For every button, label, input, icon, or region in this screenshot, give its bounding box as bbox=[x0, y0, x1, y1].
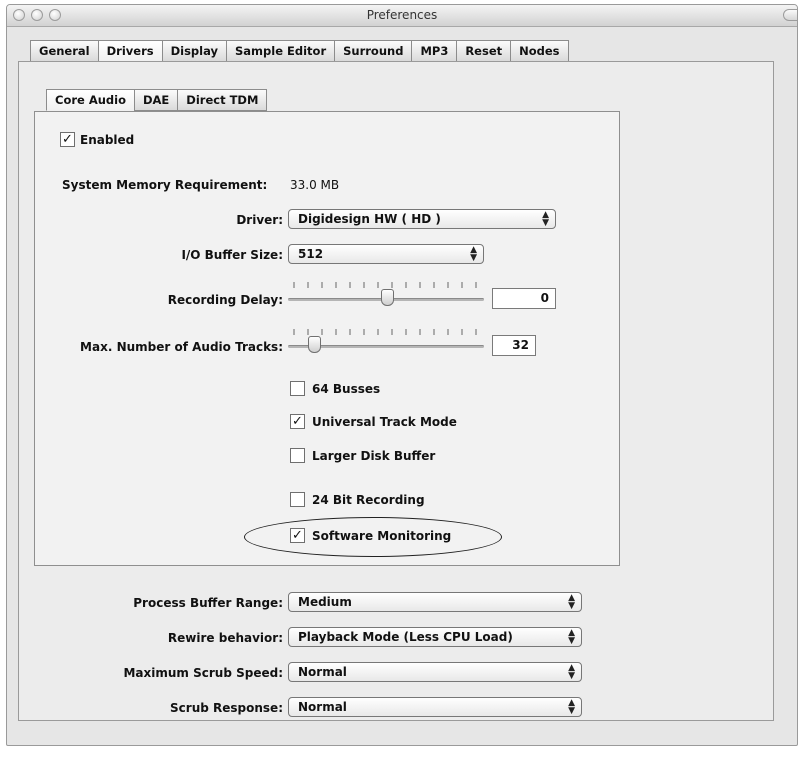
software-monitoring-checkbox[interactable]: ✓ bbox=[290, 528, 305, 543]
tab-display[interactable]: Display bbox=[161, 40, 228, 62]
slider-thumb[interactable] bbox=[308, 336, 321, 353]
popup-arrows-icon: ▲ ▼ bbox=[568, 698, 575, 716]
main-tab-bar: General Drivers Display Sample Editor Su… bbox=[30, 40, 569, 62]
tab-general[interactable]: General bbox=[30, 40, 99, 62]
larger-disk-buffer-label: Larger Disk Buffer bbox=[312, 449, 436, 463]
recording-delay-slider[interactable] bbox=[288, 282, 484, 312]
process-buffer-range-value: Medium bbox=[298, 595, 352, 609]
tab-direct-tdm[interactable]: Direct TDM bbox=[177, 89, 268, 111]
scrub-response-value: Normal bbox=[298, 700, 347, 714]
tab-sample-editor[interactable]: Sample Editor bbox=[226, 40, 336, 62]
process-buffer-range-label: Process Buffer Range: bbox=[133, 596, 283, 610]
driver-sub-tab-bar: Core Audio DAE Direct TDM bbox=[46, 89, 268, 111]
tab-nodes[interactable]: Nodes bbox=[510, 40, 569, 62]
io-buffer-popup[interactable]: 512 ▲ ▼ bbox=[288, 244, 484, 264]
title-bar: Preferences bbox=[7, 5, 797, 27]
io-buffer-label: I/O Buffer Size: bbox=[181, 248, 283, 262]
window-title: Preferences bbox=[366, 8, 438, 22]
io-buffer-popup-value: 512 bbox=[298, 247, 324, 261]
enabled-checkbox[interactable]: ✓ bbox=[60, 132, 75, 147]
max-scrub-speed-value: Normal bbox=[298, 665, 347, 679]
tab-dae[interactable]: DAE bbox=[133, 89, 179, 111]
scrub-response-label: Scrub Response: bbox=[170, 701, 283, 715]
tab-surround[interactable]: Surround bbox=[334, 40, 413, 62]
software-monitoring-label: Software Monitoring bbox=[312, 529, 452, 543]
24-bit-recording-checkbox[interactable] bbox=[290, 492, 305, 507]
max-scrub-speed-popup[interactable]: Normal ▲ ▼ bbox=[288, 662, 582, 682]
toolbar-toggle-button[interactable] bbox=[783, 9, 797, 21]
64-busses-label: 64 Busses bbox=[312, 382, 381, 396]
max-scrub-speed-label: Maximum Scrub Speed: bbox=[123, 666, 283, 680]
max-audio-tracks-slider[interactable] bbox=[288, 329, 484, 359]
driver-label: Driver: bbox=[236, 213, 283, 227]
tab-drivers[interactable]: Drivers bbox=[97, 40, 163, 62]
universal-track-mode-label: Universal Track Mode bbox=[312, 415, 457, 429]
tab-mp3[interactable]: MP3 bbox=[411, 40, 458, 62]
24-bit-recording-label: 24 Bit Recording bbox=[312, 493, 425, 507]
slider-thumb[interactable] bbox=[381, 289, 394, 306]
driver-popup[interactable]: Digidesign HW ( HD ) ▲ ▼ bbox=[288, 209, 556, 229]
memory-requirement-label: System Memory Requirement: bbox=[62, 178, 268, 192]
popup-arrows-icon: ▲ ▼ bbox=[542, 210, 549, 228]
max-audio-tracks-label: Max. Number of Audio Tracks: bbox=[80, 340, 283, 354]
recording-delay-label: Recording Delay: bbox=[167, 293, 283, 307]
enabled-label: Enabled bbox=[80, 133, 135, 147]
memory-requirement-value: 33.0 MB bbox=[290, 178, 340, 192]
process-buffer-range-popup[interactable]: Medium ▲ ▼ bbox=[288, 592, 582, 612]
64-busses-checkbox[interactable] bbox=[290, 381, 305, 396]
rewire-behavior-value: Playback Mode (Less CPU Load) bbox=[298, 630, 513, 644]
popup-arrows-icon: ▲ ▼ bbox=[568, 663, 575, 681]
recording-delay-field[interactable]: 0 bbox=[492, 288, 556, 309]
scrub-response-popup[interactable]: Normal ▲ ▼ bbox=[288, 697, 582, 717]
tab-core-audio[interactable]: Core Audio bbox=[46, 89, 135, 111]
popup-arrows-icon: ▲ ▼ bbox=[470, 245, 477, 263]
popup-arrows-icon: ▲ ▼ bbox=[568, 628, 575, 646]
driver-popup-value: Digidesign HW ( HD ) bbox=[298, 212, 441, 226]
larger-disk-buffer-checkbox[interactable] bbox=[290, 448, 305, 463]
rewire-behavior-label: Rewire behavior: bbox=[167, 631, 283, 645]
popup-arrows-icon: ▲ ▼ bbox=[568, 593, 575, 611]
universal-track-mode-checkbox[interactable]: ✓ bbox=[290, 414, 305, 429]
max-audio-tracks-field[interactable]: 32 bbox=[492, 335, 536, 356]
rewire-behavior-popup[interactable]: Playback Mode (Less CPU Load) ▲ ▼ bbox=[288, 627, 582, 647]
tab-reset[interactable]: Reset bbox=[456, 40, 512, 62]
